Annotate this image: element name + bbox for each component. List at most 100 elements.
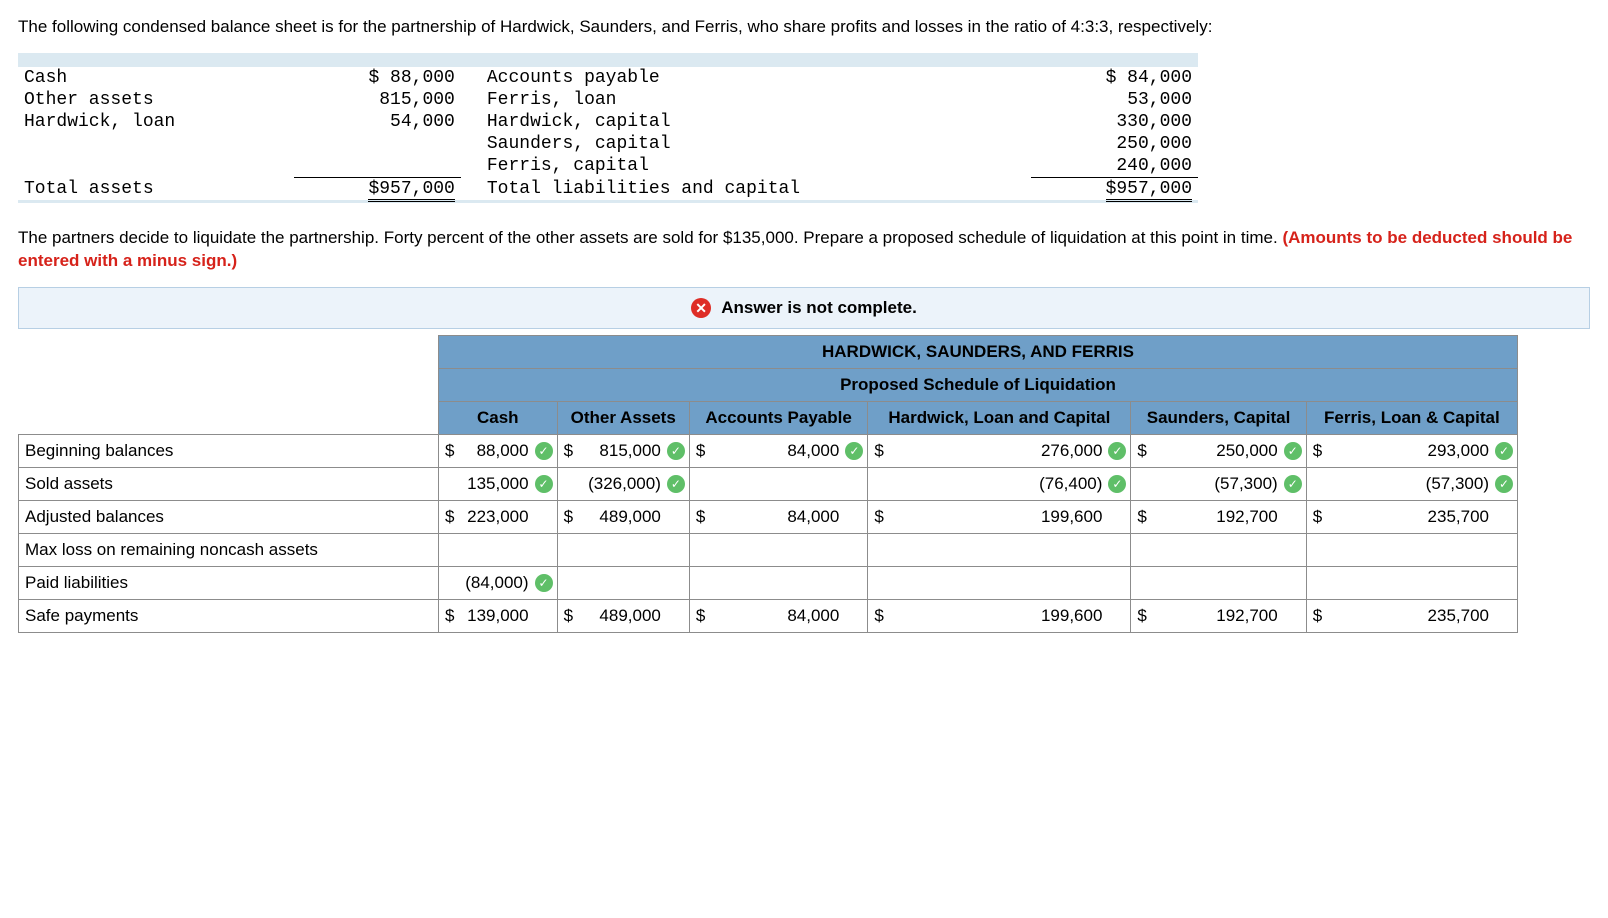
value-cell[interactable] — [868, 534, 1131, 567]
col-header: Saunders, Capital — [1131, 402, 1306, 435]
currency-symbol: $ — [445, 441, 454, 461]
value-cell[interactable] — [1131, 534, 1306, 567]
bs-right-amount: 250,000 — [1031, 133, 1198, 155]
value-cell[interactable]: $223,000 — [439, 501, 558, 534]
value-cell[interactable]: $293,000✓ — [1306, 435, 1517, 468]
table-row: Safe payments$139,000$489,000$84,000$199… — [19, 600, 1518, 633]
value-cell[interactable] — [868, 567, 1131, 600]
col-header: Ferris, Loan & Capital — [1306, 402, 1517, 435]
row-label: Safe payments — [19, 600, 439, 633]
cell-value: 223,000 — [467, 507, 528, 526]
bs-right-label: Accounts payable — [481, 67, 1032, 89]
currency-symbol: $ — [445, 606, 454, 626]
value-cell[interactable]: $84,000 — [689, 600, 867, 633]
bs-left-amount: 54,000 — [294, 111, 461, 133]
value-cell[interactable]: $199,600 — [868, 501, 1131, 534]
cell-value: 489,000 — [599, 507, 660, 526]
currency-symbol: $ — [1137, 606, 1146, 626]
currency-symbol: $ — [1137, 441, 1146, 461]
status-banner: ✕ Answer is not complete. — [18, 287, 1590, 330]
balance-sheet-box: Cash $ 88,000 Accounts payable $ 84,000 … — [18, 53, 1198, 203]
value-cell[interactable] — [557, 567, 689, 600]
currency-symbol: $ — [1313, 441, 1322, 461]
value-cell[interactable] — [439, 534, 558, 567]
bs-left-amount: $ 88,000 — [294, 67, 461, 89]
value-cell[interactable] — [1306, 567, 1517, 600]
bs-right-amount: 330,000 — [1031, 111, 1198, 133]
row-label: Sold assets — [19, 468, 439, 501]
check-icon: ✓ — [1495, 475, 1513, 493]
col-header: Accounts Payable — [689, 402, 867, 435]
bs-right-label: Saunders, capital — [481, 133, 1032, 155]
value-cell[interactable] — [1131, 567, 1306, 600]
value-cell[interactable]: (57,300)✓ — [1131, 468, 1306, 501]
value-cell[interactable] — [557, 534, 689, 567]
instruction-text: The partners decide to liquidate the par… — [18, 227, 1590, 273]
value-cell[interactable]: (57,300)✓ — [1306, 468, 1517, 501]
cell-value: 135,000 — [467, 474, 528, 493]
value-cell[interactable]: $88,000✓ — [439, 435, 558, 468]
cell-value: (76,400) — [1039, 474, 1102, 493]
cell-value: 192,700 — [1216, 507, 1277, 526]
currency-symbol: $ — [696, 606, 705, 626]
table-row: Max loss on remaining noncash assets — [19, 534, 1518, 567]
cell-value: 199,600 — [1041, 606, 1102, 625]
value-cell[interactable] — [689, 468, 867, 501]
check-icon: ✓ — [535, 574, 553, 592]
value-cell[interactable]: $489,000 — [557, 501, 689, 534]
currency-symbol: $ — [696, 441, 705, 461]
value-cell[interactable]: 135,000✓ — [439, 468, 558, 501]
value-cell[interactable]: $192,700 — [1131, 501, 1306, 534]
value-cell[interactable]: $235,700 — [1306, 600, 1517, 633]
value-cell[interactable]: $250,000✓ — [1131, 435, 1306, 468]
value-cell[interactable] — [689, 534, 867, 567]
check-icon: ✓ — [1108, 475, 1126, 493]
schedule-table: HARDWICK, SAUNDERS, AND FERRIS Proposed … — [18, 335, 1518, 633]
bs-right-label: Ferris, loan — [481, 89, 1032, 111]
schedule-title-1: HARDWICK, SAUNDERS, AND FERRIS — [439, 336, 1518, 369]
bs-left-total-amount: $957,000 — [294, 177, 461, 200]
bs-right-total-label: Total liabilities and capital — [481, 177, 1032, 200]
value-cell[interactable]: (84,000)✓ — [439, 567, 558, 600]
col-header: Hardwick, Loan and Capital — [868, 402, 1131, 435]
check-icon: ✓ — [667, 442, 685, 460]
value-cell[interactable]: (76,400) ✓ — [868, 468, 1131, 501]
row-label: Adjusted balances — [19, 501, 439, 534]
value-cell[interactable]: $192,700 — [1131, 600, 1306, 633]
value-cell[interactable]: (326,000)✓ — [557, 468, 689, 501]
currency-symbol: $ — [445, 507, 454, 527]
currency-symbol: $ — [564, 606, 573, 626]
status-text: Answer is not complete. — [721, 298, 917, 317]
value-cell[interactable]: $815,000✓ — [557, 435, 689, 468]
bs-right-label: Ferris, capital — [481, 155, 1032, 178]
schedule-title-2: Proposed Schedule of Liquidation — [439, 369, 1518, 402]
currency-symbol: $ — [564, 441, 573, 461]
cell-value: 192,700 — [1216, 606, 1277, 625]
check-icon: ✓ — [535, 442, 553, 460]
cell-value: 139,000 — [467, 606, 528, 625]
cell-value: (326,000) — [588, 474, 661, 493]
value-cell[interactable]: $235,700 — [1306, 501, 1517, 534]
row-label: Beginning balances — [19, 435, 439, 468]
value-cell[interactable]: $489,000 — [557, 600, 689, 633]
value-cell[interactable]: $199,600 — [868, 600, 1131, 633]
cell-value: 489,000 — [599, 606, 660, 625]
cell-value: 199,600 — [1041, 507, 1102, 526]
bs-left-label: Cash — [18, 67, 294, 89]
table-row: Paid liabilities(84,000)✓ — [19, 567, 1518, 600]
currency-symbol: $ — [874, 441, 883, 461]
cell-value: 276,000 — [1041, 441, 1102, 460]
value-cell[interactable] — [689, 567, 867, 600]
error-icon: ✕ — [691, 298, 711, 318]
bs-right-total-amount: $957,000 — [1031, 177, 1198, 200]
value-cell[interactable]: $276,000✓ — [868, 435, 1131, 468]
cell-value: 84,000 — [787, 507, 839, 526]
currency-symbol: $ — [874, 606, 883, 626]
cell-value: (57,300) — [1214, 474, 1277, 493]
currency-symbol: $ — [1137, 507, 1146, 527]
value-cell[interactable]: $84,000 — [689, 501, 867, 534]
value-cell[interactable]: $139,000 — [439, 600, 558, 633]
value-cell[interactable] — [1306, 534, 1517, 567]
instruction-main: The partners decide to liquidate the par… — [18, 228, 1282, 247]
value-cell[interactable]: $84,000✓ — [689, 435, 867, 468]
